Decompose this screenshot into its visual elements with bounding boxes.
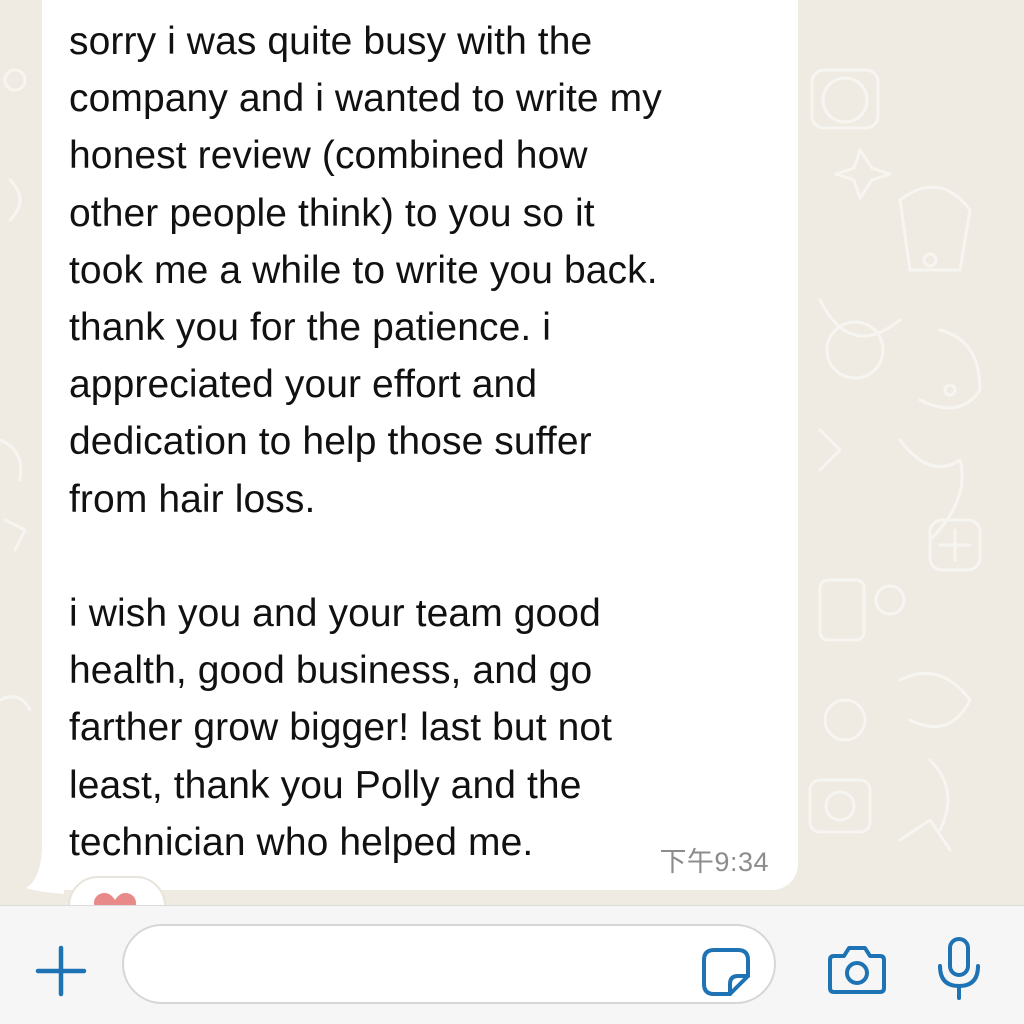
attach-button[interactable] [32, 942, 90, 1000]
sticker-icon [702, 948, 750, 996]
camera-icon [828, 946, 886, 994]
chat-screen: sorry i was quite busy with the company … [0, 0, 1024, 1024]
bubble-tail [26, 850, 64, 894]
message-text: sorry i was quite busy with the company … [69, 20, 662, 864]
camera-button[interactable] [826, 944, 888, 996]
sticker-button[interactable] [700, 946, 752, 998]
plus-icon [35, 945, 87, 997]
microphone-icon [938, 937, 980, 1000]
message-input[interactable] [122, 924, 776, 1004]
message-timestamp: 下午9:34 [659, 847, 769, 877]
message-input-bar [0, 905, 1024, 1024]
voice-message-button[interactable] [934, 936, 984, 1002]
